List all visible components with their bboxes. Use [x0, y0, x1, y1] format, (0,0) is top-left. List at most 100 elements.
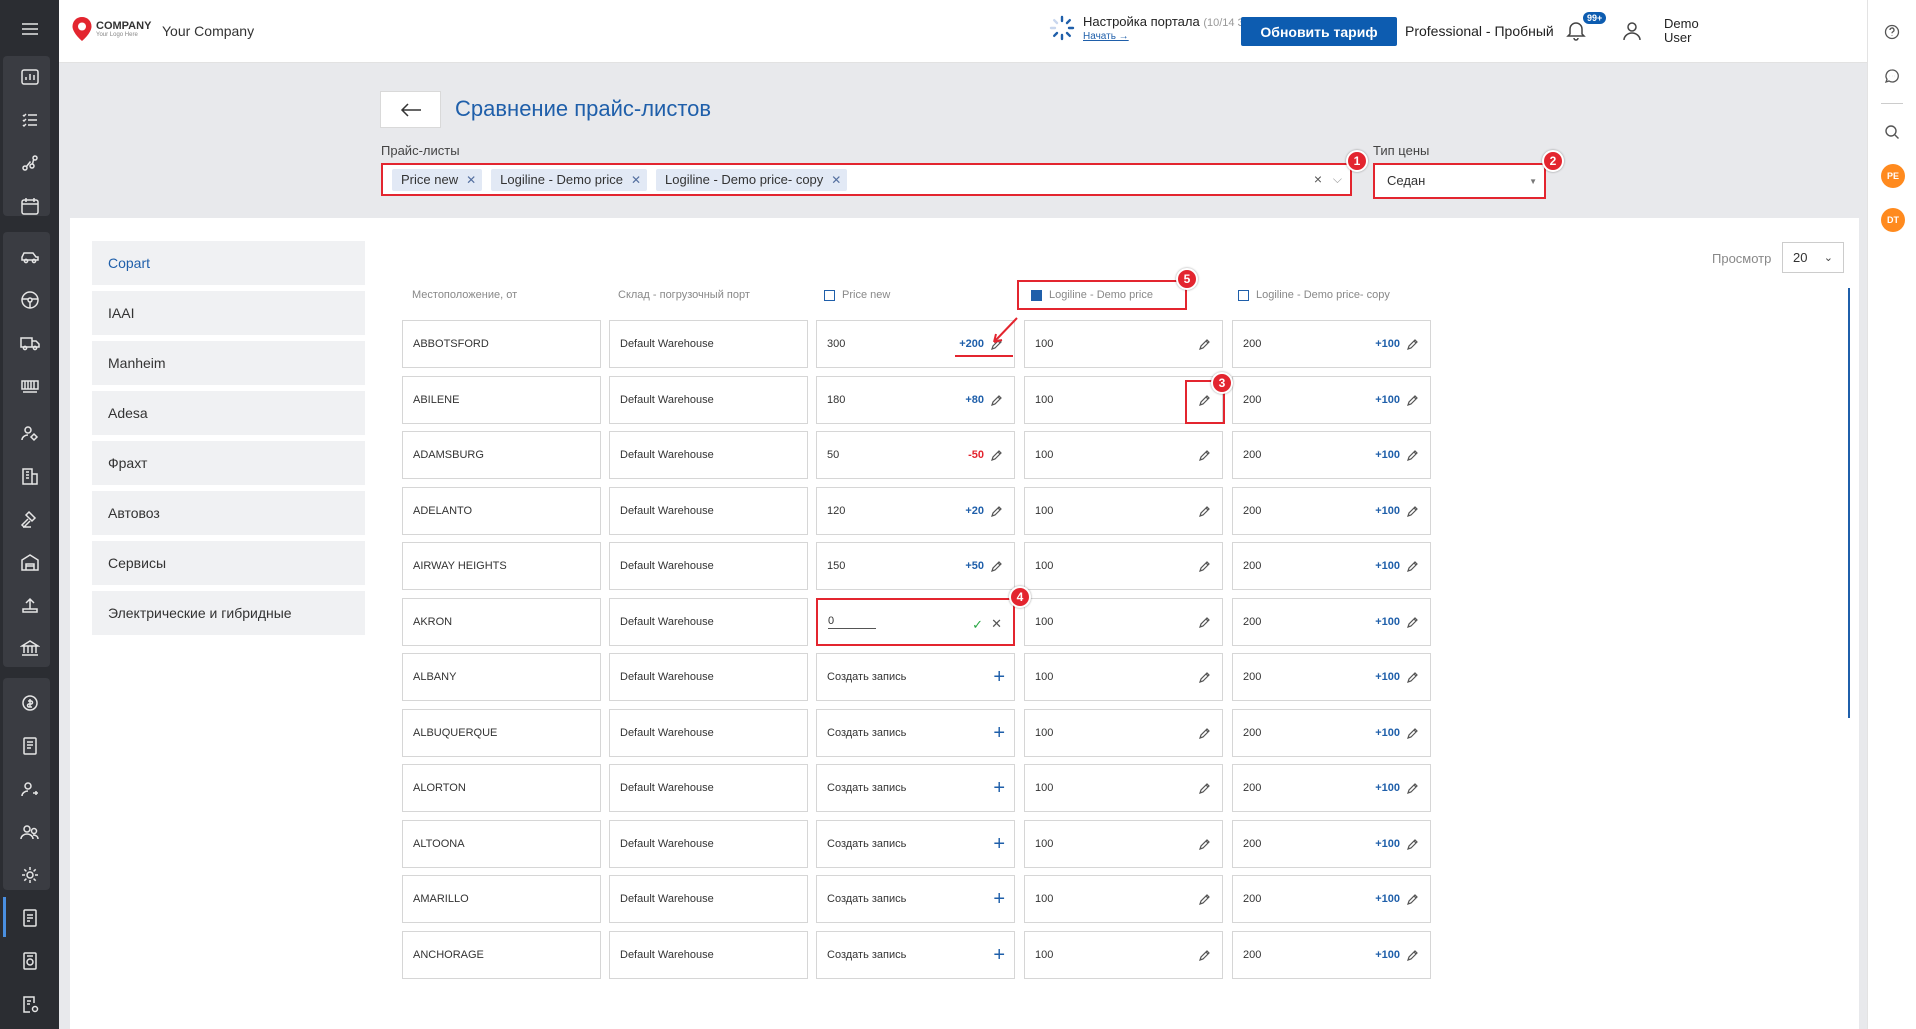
pricelists-multiselect[interactable]: Price new ✕ Logiline - Demo price ✕ Logili…	[381, 163, 1352, 196]
add-plus-icon[interactable]: +	[993, 945, 1005, 965]
edit-pencil-icon[interactable]	[1198, 782, 1211, 795]
building-icon[interactable]	[0, 455, 59, 497]
add-plus-icon[interactable]: +	[993, 667, 1005, 687]
pricetype-select[interactable]: Седан ▼	[1373, 163, 1546, 199]
cancel-close-icon[interactable]: ✕	[991, 616, 1002, 632]
tag-remove-icon[interactable]: ✕	[631, 173, 641, 187]
price-cell[interactable]: 0 ✓ ✕	[816, 598, 1015, 646]
edit-pencil-icon[interactable]	[1198, 949, 1211, 962]
add-plus-icon[interactable]: +	[993, 834, 1005, 854]
price-cell[interactable]: Создать запись +	[816, 820, 1015, 868]
price-cell[interactable]: 100	[1024, 487, 1223, 535]
price-cell[interactable]: Создать запись +	[816, 653, 1015, 701]
search-icon[interactable]	[1880, 120, 1904, 144]
edit-pencil-icon[interactable]	[1406, 949, 1419, 962]
price-cell[interactable]: 200 +100	[1232, 875, 1431, 923]
edit-pencil-icon[interactable]	[1198, 338, 1211, 351]
price-cell[interactable]: 100	[1024, 931, 1223, 979]
edit-pencil-icon[interactable]	[1406, 838, 1419, 851]
steering-wheel-icon[interactable]	[0, 279, 59, 321]
category-item[interactable]: Электрические и гибридные	[92, 591, 365, 635]
price-cell[interactable]: 200 +100	[1232, 598, 1431, 646]
edit-pencil-icon[interactable]	[1198, 727, 1211, 740]
truck-icon[interactable]	[0, 322, 59, 364]
notifications-bell-icon[interactable]	[1565, 19, 1587, 41]
edit-pencil-icon[interactable]	[990, 505, 1003, 518]
company-logo[interactable]: COMPANY Your Logo Here	[71, 16, 151, 42]
clear-all-icon[interactable]: ×	[1314, 171, 1322, 187]
add-plus-icon[interactable]: +	[993, 778, 1005, 798]
column-header-pricelist-1[interactable]: Price new	[824, 289, 890, 301]
confirm-check-icon[interactable]: ✓	[972, 617, 983, 633]
edit-pencil-icon[interactable]	[990, 394, 1003, 407]
user-avatar-icon[interactable]	[1622, 20, 1642, 42]
upgrade-plan-button[interactable]: Обновить тариф	[1241, 17, 1397, 46]
price-cell[interactable]: Создать запись +	[816, 875, 1015, 923]
settings-icon[interactable]	[0, 854, 59, 896]
tag-remove-icon[interactable]: ✕	[466, 173, 476, 187]
report-icon[interactable]	[0, 940, 59, 982]
price-cell[interactable]: 120 +20	[816, 487, 1015, 535]
price-cell[interactable]: 100	[1024, 320, 1223, 368]
workflow-icon[interactable]	[0, 142, 59, 184]
loader-icon[interactable]	[0, 584, 59, 626]
price-cell[interactable]: 200 +100	[1232, 487, 1431, 535]
price-cell[interactable]: 200 +100	[1232, 431, 1431, 479]
edit-pencil-icon[interactable]	[1406, 727, 1419, 740]
category-item[interactable]: IAAI	[92, 291, 365, 335]
car-icon[interactable]	[0, 236, 59, 278]
category-item[interactable]: Автовоз	[92, 491, 365, 535]
price-cell[interactable]: 200 +100	[1232, 820, 1431, 868]
pricelist-icon[interactable]	[0, 897, 59, 939]
edit-pencil-icon[interactable]	[1198, 671, 1211, 684]
hammer-icon[interactable]	[0, 498, 59, 540]
price-cell[interactable]: 100	[1024, 764, 1223, 812]
price-cell[interactable]: 100	[1024, 542, 1223, 590]
edit-pencil-icon[interactable]	[990, 560, 1003, 573]
column-checkbox[interactable]	[824, 289, 835, 301]
category-item[interactable]: Сервисы	[92, 541, 365, 585]
price-cell[interactable]: 100	[1024, 820, 1223, 868]
price-cell[interactable]: 100	[1024, 875, 1223, 923]
bank-icon[interactable]	[0, 627, 59, 669]
price-cell[interactable]: 200 +100	[1232, 764, 1431, 812]
price-cell[interactable]: Создать запись +	[816, 931, 1015, 979]
view-count-select[interactable]: 20 ⌄	[1782, 242, 1844, 273]
edit-pencil-icon[interactable]	[1406, 782, 1419, 795]
edit-pencil-icon[interactable]	[1198, 838, 1211, 851]
back-button[interactable]	[380, 91, 441, 128]
price-cell[interactable]: 180 +80	[816, 376, 1015, 424]
price-cell[interactable]: 200 +100	[1232, 320, 1431, 368]
price-cell[interactable]: 200 +100	[1232, 542, 1431, 590]
add-plus-icon[interactable]: +	[993, 889, 1005, 909]
edit-pencil-icon[interactable]	[1198, 560, 1211, 573]
edit-pencil-icon[interactable]	[1406, 505, 1419, 518]
price-cell[interactable]: 200 +100	[1232, 709, 1431, 757]
dashboard-icon[interactable]	[0, 56, 59, 98]
warehouse-icon[interactable]	[0, 541, 59, 583]
edit-pencil-icon[interactable]	[1406, 560, 1419, 573]
user-name[interactable]: Demo User	[1664, 17, 1699, 45]
price-cell[interactable]: 50 -50	[816, 431, 1015, 479]
tasks-icon[interactable]	[0, 99, 59, 141]
edit-pencil-icon[interactable]	[1406, 616, 1419, 629]
scrollbar[interactable]	[1848, 288, 1850, 718]
price-cell[interactable]: 100	[1024, 598, 1223, 646]
price-cell[interactable]: 200 +100	[1232, 653, 1431, 701]
price-cell[interactable]: 200 +100	[1232, 376, 1431, 424]
price-cell[interactable]: 100	[1024, 709, 1223, 757]
category-item[interactable]: Manheim	[92, 341, 365, 385]
avatar[interactable]: PE	[1881, 164, 1905, 188]
category-item[interactable]: Фрахт	[92, 441, 365, 485]
chevron-down-icon[interactable]: ⌵	[1333, 172, 1342, 187]
price-cell[interactable]: Создать запись +	[816, 764, 1015, 812]
chat-icon[interactable]	[1880, 64, 1904, 88]
user-gear-icon[interactable]	[0, 412, 59, 454]
edit-pencil-icon[interactable]	[1406, 394, 1419, 407]
edit-pencil-icon[interactable]	[1406, 449, 1419, 462]
user-key-icon[interactable]	[0, 768, 59, 810]
document-settings-icon[interactable]	[0, 983, 59, 1025]
help-icon[interactable]	[1880, 20, 1904, 44]
category-item[interactable]: Copart	[92, 241, 365, 285]
price-cell[interactable]: 100	[1024, 653, 1223, 701]
